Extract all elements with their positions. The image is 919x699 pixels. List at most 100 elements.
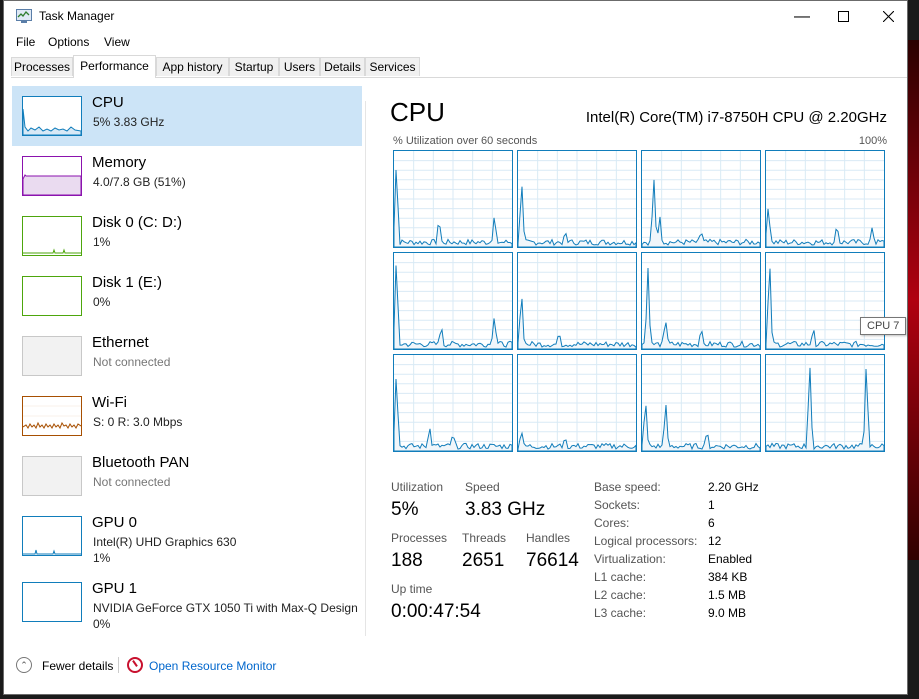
spec-label: Base speed: <box>594 480 661 494</box>
utilization-label: Utilization <box>391 480 444 494</box>
resource-gpu-0[interactable]: GPU 0 Intel(R) UHD Graphics 630 1% <box>12 506 362 566</box>
maximize-button[interactable] <box>820 1 866 32</box>
logical-processor-graph[interactable] <box>393 354 513 452</box>
tab-performance[interactable]: Performance <box>73 55 156 78</box>
task-manager-icon <box>16 9 32 23</box>
resource-detail: NVIDIA GeForce GTX 1050 Ti with Max-Q De… <box>93 601 358 615</box>
threads-value: 2651 <box>462 550 505 571</box>
resource-name: Disk 1 (E:) <box>92 274 163 291</box>
utilization-graph-max: 100% <box>858 135 887 147</box>
resource-bluetooth-pan[interactable]: Bluetooth PAN Not connected <box>12 446 362 506</box>
resource-cpu[interactable]: CPU 5% 3.83 GHz <box>12 86 362 146</box>
disk0-thumbnail-graph <box>22 216 82 256</box>
panel-divider <box>365 101 366 636</box>
resource-name: Wi-Fi <box>92 394 127 411</box>
resource-ethernet[interactable]: Ethernet Not connected <box>12 326 362 386</box>
resource-wifi[interactable]: Wi-Fi S: 0 R: 3.0 Mbps <box>12 386 362 446</box>
disk1-thumbnail-graph <box>22 276 82 316</box>
threads-label: Threads <box>462 531 507 545</box>
logical-processor-graph[interactable] <box>641 354 761 452</box>
resource-name: GPU 1 <box>92 580 138 597</box>
footer-bar: ⌃ Fewer details Open Resource Monitor <box>4 651 907 681</box>
resource-disk-0[interactable]: Disk 0 (C: D:) 1% <box>12 206 362 266</box>
chevron-up-icon[interactable]: ⌃ <box>16 657 32 673</box>
spec-label: L3 cache: <box>594 606 647 620</box>
spec-value: 384 KB <box>708 570 748 584</box>
resource-memory[interactable]: Memory 4.0/7.8 GB (51%) <box>12 146 362 206</box>
resource-list: CPU 5% 3.83 GHz Memory 4.0/7.8 GB (51%) … <box>12 86 362 638</box>
tab-services[interactable]: Services <box>365 57 420 76</box>
resource-detail: 0% <box>93 295 111 309</box>
logical-processor-graph[interactable] <box>517 354 637 452</box>
resource-name: Ethernet <box>92 334 149 351</box>
memory-thumbnail-graph <box>22 156 82 196</box>
logical-processor-graph[interactable] <box>393 252 513 350</box>
desktop-background <box>907 40 919 560</box>
gpu1-thumbnail-graph <box>22 582 82 622</box>
tab-startup[interactable]: Startup <box>229 57 279 76</box>
spec-value: Enabled <box>708 552 753 566</box>
spec-value: 2.20 GHz <box>708 480 759 494</box>
tab-users[interactable]: Users <box>279 57 320 76</box>
spec-label: Virtualization: <box>594 552 666 566</box>
menu-view[interactable]: View <box>104 35 130 49</box>
spec-value: 1 <box>708 498 715 512</box>
gpu0-thumbnail-graph <box>22 516 82 556</box>
resource-name: GPU 0 <box>92 514 138 531</box>
menu-bar: File Options View <box>4 32 907 53</box>
close-icon <box>882 11 894 22</box>
utilization-graph-label: % Utilization over 60 seconds <box>393 135 538 147</box>
resource-usage: 0% <box>93 617 111 631</box>
logical-processor-graph[interactable] <box>517 150 637 248</box>
maximize-icon <box>837 11 849 22</box>
spec-value: 12 <box>708 534 722 548</box>
resource-name: Disk 0 (C: D:) <box>92 214 182 231</box>
logical-processor-graph[interactable] <box>765 150 885 248</box>
logical-processor-graphs[interactable] <box>393 150 887 456</box>
wifi-thumbnail-graph <box>22 396 82 436</box>
logical-processor-graph[interactable] <box>393 150 513 248</box>
resource-monitor-icon <box>127 657 143 673</box>
tab-bar: Processes Performance App history Startu… <box>11 55 907 78</box>
resource-detail: Intel(R) UHD Graphics 630 <box>93 535 237 549</box>
close-button[interactable] <box>865 1 911 32</box>
resource-detail: Not connected <box>93 355 171 369</box>
utilization-value: 5% <box>391 499 419 520</box>
minimize-icon: — <box>794 7 810 25</box>
spec-label: L1 cache: <box>594 570 647 584</box>
handles-value: 76614 <box>526 550 579 571</box>
cpu-thumbnail-graph <box>22 96 82 136</box>
spec-value: 9.0 MB <box>708 606 747 620</box>
resource-disk-1[interactable]: Disk 1 (E:) 0% <box>12 266 362 326</box>
tab-processes[interactable]: Processes <box>11 57 73 76</box>
menu-options[interactable]: Options <box>48 35 89 49</box>
spec-label: Cores: <box>594 516 630 530</box>
resource-name: CPU <box>92 94 124 111</box>
cpu-model-name: Intel(R) Core(TM) i7-8750H CPU @ 2.20GHz <box>585 109 887 126</box>
open-resource-monitor-link[interactable]: Open Resource Monitor <box>149 659 276 673</box>
logical-processor-graph[interactable] <box>641 150 761 248</box>
processes-value: 188 <box>391 550 423 571</box>
fewer-details-link[interactable]: Fewer details <box>42 659 113 673</box>
cpu-heading: CPU <box>390 97 445 127</box>
logical-processor-graph[interactable] <box>765 354 885 452</box>
title-bar: Task Manager — <box>4 1 907 32</box>
logical-processor-graph[interactable] <box>765 252 885 350</box>
resource-name: Bluetooth PAN <box>92 454 190 471</box>
tab-details[interactable]: Details <box>320 57 365 76</box>
resource-gpu-1[interactable]: GPU 1 NVIDIA GeForce GTX 1050 Ti with Ma… <box>12 572 362 632</box>
uptime-value: 0:00:47:54 <box>391 601 481 622</box>
speed-label: Speed <box>465 480 500 494</box>
spec-label: L2 cache: <box>594 588 647 602</box>
spec-value: 6 <box>708 516 715 530</box>
handles-label: Handles <box>526 531 571 545</box>
logical-processor-graph[interactable] <box>517 252 637 350</box>
tab-app-history[interactable]: App history <box>156 57 229 76</box>
logical-processor-graph[interactable] <box>641 252 761 350</box>
window-title: Task Manager <box>39 9 115 23</box>
menu-file[interactable]: File <box>16 35 35 49</box>
footer-separator <box>118 657 119 673</box>
speed-value: 3.83 GHz <box>465 499 546 520</box>
minimize-button[interactable]: — <box>779 1 825 32</box>
resource-name: Memory <box>92 154 147 171</box>
